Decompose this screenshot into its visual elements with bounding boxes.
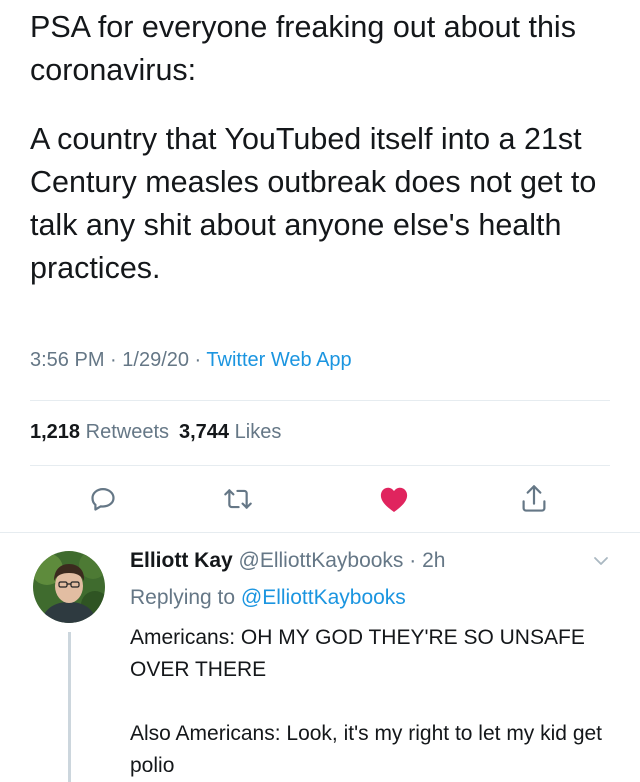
like-button[interactable]	[374, 478, 414, 520]
divider	[30, 400, 610, 401]
tweet-paragraph-2: A country that YouTubed itself into a 21…	[30, 122, 597, 285]
tweet-actions	[0, 478, 640, 520]
tweet-stats: 1,218 Retweets 3,744 Likes	[30, 421, 281, 444]
likes-count: 3,744	[179, 421, 230, 443]
retweet-button[interactable]	[218, 478, 258, 520]
divider	[30, 465, 610, 466]
tweet-time[interactable]: 3:56 PM	[30, 349, 104, 371]
meta-separator: ·	[189, 349, 207, 371]
tweet-app-link[interactable]: Twitter Web App	[206, 349, 351, 371]
reply-author-handle[interactable]: @ElliottKaybooks	[239, 549, 404, 572]
reply-button[interactable]	[83, 478, 123, 520]
meta-separator: ·	[104, 349, 123, 371]
retweet-icon	[224, 489, 252, 509]
thread-line	[68, 632, 71, 782]
share-icon	[522, 485, 546, 512]
retweets-label: Retweets	[85, 421, 169, 443]
reply-author-name[interactable]: Elliott Kay	[130, 549, 233, 572]
likes-label: Likes	[234, 421, 282, 443]
retweets-count: 1,218	[30, 421, 81, 443]
chevron-down-icon[interactable]	[590, 553, 612, 569]
share-button[interactable]	[514, 478, 554, 520]
reply-separator: ·	[403, 549, 423, 572]
reply-age[interactable]: 2h	[422, 549, 445, 572]
avatar[interactable]	[33, 551, 105, 623]
divider	[0, 532, 640, 533]
reply-icon	[91, 487, 115, 511]
retweets-stat[interactable]: 1,218 Retweets	[30, 421, 169, 443]
heart-icon	[380, 487, 408, 512]
replying-handle-link[interactable]: @ElliottKaybooks	[241, 586, 406, 609]
replying-to: Replying to @ElliottKaybooks	[130, 586, 406, 610]
tweet-date[interactable]: 1/29/20	[122, 349, 189, 371]
likes-stat[interactable]: 3,744 Likes	[179, 421, 281, 443]
replying-label: Replying to	[130, 586, 236, 609]
reply-text: Americans: OH MY GOD THEY'RE SO UNSAFE O…	[130, 626, 603, 777]
reply-header: Elliott Kay @ElliottKaybooks · 2h	[130, 549, 445, 573]
tweet-meta: 3:56 PM · 1/29/20 · Twitter Web App	[30, 349, 352, 372]
tweet-paragraph-1: PSA for everyone freaking out about this…	[30, 10, 576, 87]
